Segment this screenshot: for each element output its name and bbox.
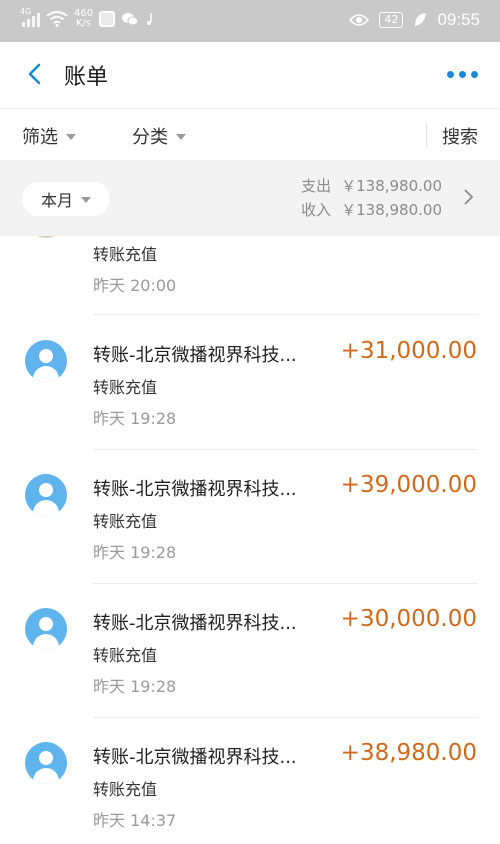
transaction-row[interactable]: 转账-北京微播视界科技... +30,000.00 转账充值 昨天 19:28 (0, 584, 500, 718)
summary-totals: 支出 ￥138,980.00 收入 ￥138,980.00 (301, 174, 442, 222)
expense-label: 支出 (301, 177, 332, 195)
caret-down-icon (66, 134, 76, 140)
transaction-list: 转账充值 昨天 20:00 转账-北京微播视界科技... +31,000.00 … (0, 236, 500, 844)
transaction-row[interactable]: 转账-北京微播视界科技... +31,000.00 转账充值 昨天 19:28 (0, 316, 500, 450)
network-speed: 460 K/s (74, 9, 93, 29)
clock: 09:55 (437, 10, 480, 29)
caret-down-icon (176, 134, 186, 140)
battery-level: 42 (379, 12, 404, 28)
income-value: ￥138,980.00 (341, 201, 442, 219)
transaction-row[interactable]: 转账-北京微播视界科技... +39,000.00 转账充值 昨天 19:28 (0, 450, 500, 584)
transaction-amount: +30,000.00 (340, 606, 477, 632)
transaction-time: 昨天 19:28 (93, 543, 177, 562)
filter-label: 筛选 (22, 127, 58, 148)
wechat-icon (122, 13, 139, 26)
user-avatar-icon (25, 608, 67, 650)
transaction-time: 昨天 19:28 (93, 409, 177, 428)
transaction-name: 转账-北京微播视界科技... (93, 479, 297, 500)
category-dropdown[interactable]: 分类 (132, 123, 186, 149)
expense-value: ￥138,980.00 (341, 177, 442, 195)
category-label: 分类 (132, 127, 168, 148)
eye-icon (349, 14, 370, 26)
income-label: 收入 (301, 201, 332, 219)
month-label: 本月 (40, 191, 73, 210)
transaction-type: 转账充值 (93, 512, 158, 531)
filter-bar: 筛选 分类 搜索 (0, 108, 500, 160)
transaction-name: 转账-北京微播视界科技... (93, 747, 297, 768)
divider (426, 123, 427, 147)
music-note-icon (147, 13, 152, 25)
more-options-icon[interactable] (447, 71, 478, 78)
shield-app-icon (99, 11, 116, 27)
transaction-name: 转账-北京微播视界科技... (93, 345, 297, 366)
status-bar: 4G 460 K/s 42 09:55 (0, 0, 500, 42)
search-button[interactable]: 搜索 (442, 123, 478, 149)
transaction-time: 昨天 14:37 (93, 811, 177, 830)
transaction-amount: +39,000.00 (340, 472, 477, 498)
month-summary[interactable]: 本月 支出 ￥138,980.00 收入 ￥138,980.00 (0, 160, 500, 236)
divider (93, 314, 478, 315)
app-header: 账单 (0, 42, 500, 108)
transaction-row[interactable]: 转账-北京微播视界科技... +38,980.00 转账充值 昨天 14:37 (0, 718, 500, 844)
back-icon[interactable] (22, 60, 50, 88)
user-avatar-icon (25, 340, 67, 382)
user-avatar-icon (25, 742, 67, 784)
wifi-icon (46, 11, 68, 27)
user-avatar-icon (25, 474, 67, 516)
transaction-name: 转账-北京微播视界科技... (93, 613, 297, 634)
transaction-type: 转账充值 (93, 780, 158, 799)
transaction-type: 转账充值 (93, 646, 158, 665)
chevron-right-icon (464, 189, 474, 205)
month-selector[interactable]: 本月 (22, 182, 110, 216)
transaction-time: 昨天 19:28 (93, 677, 177, 696)
income-line: 收入 ￥138,980.00 (301, 198, 442, 222)
speed-unit: K/s (75, 18, 92, 29)
caret-down-icon (81, 197, 91, 203)
transaction-type: 转账充值 (93, 378, 158, 397)
transaction-time: 昨天 20:00 (93, 276, 177, 295)
page-title: 账单 (64, 65, 109, 90)
transaction-type: 转账充值 (93, 245, 158, 264)
network-type: 4G (20, 7, 32, 16)
expense-line: 支出 ￥138,980.00 (301, 174, 442, 198)
transaction-row[interactable]: 转账充值 昨天 20:00 (0, 236, 500, 315)
transaction-amount: +31,000.00 (340, 338, 477, 364)
avatar (25, 236, 67, 238)
signal-icon: 4G (20, 7, 40, 27)
filter-dropdown[interactable]: 筛选 (22, 123, 76, 149)
transaction-amount: +38,980.00 (340, 740, 477, 766)
leaf-icon (415, 13, 427, 26)
